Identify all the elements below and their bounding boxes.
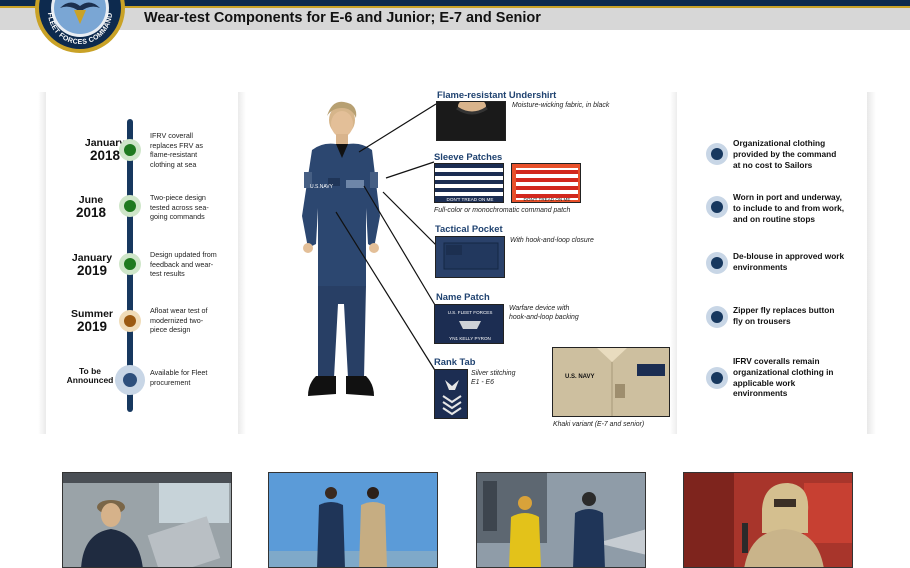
carrier-deck-photo bbox=[476, 472, 646, 568]
fact-bullet-icon bbox=[706, 367, 728, 389]
monochrome-sleeve-patch: DON'T TREAD ON ME bbox=[434, 163, 504, 203]
fact-bullet-icon bbox=[706, 196, 728, 218]
rank-tab-photo bbox=[434, 369, 468, 419]
name-patch-photo: U.S. FLEET FORCES YN1 KELLY PYRON bbox=[434, 304, 504, 344]
fact-item: Worn in port and underway, to include to… bbox=[733, 192, 845, 224]
khaki-name-tape: U.S. NAVY bbox=[565, 374, 595, 380]
khaki-variant-photo: U.S. NAVY bbox=[552, 347, 670, 417]
tactical-pocket-label: Tactical Pocket bbox=[435, 223, 503, 234]
patch-motto: DON'T TREAD ON ME bbox=[524, 197, 571, 202]
fact-item: Organizational clothing provided by the … bbox=[733, 138, 837, 170]
fact-bullet-icon bbox=[706, 143, 728, 165]
patch-motto: DON'T TREAD ON ME bbox=[447, 197, 494, 202]
name-patch-name: YN1 KELLY PYRON bbox=[449, 336, 491, 341]
undershirt-photo bbox=[436, 101, 506, 141]
undershirt-label: Flame-resistant Undershirt bbox=[437, 89, 557, 100]
rank-tab-note: Silver stitching E1 - E6 bbox=[471, 370, 516, 386]
color-sleeve-patch: DON'T TREAD ON ME bbox=[511, 163, 581, 203]
fact-item: Zipper fly replaces button fly on trouse… bbox=[733, 305, 835, 326]
tactical-pocket-note: With hook-and-loop closure bbox=[510, 237, 594, 244]
fire-gear-photo bbox=[683, 472, 853, 568]
tactical-pocket-photo bbox=[435, 236, 505, 278]
name-patch-command: U.S. FLEET FORCES bbox=[448, 310, 493, 315]
flight-deck-pair-photo bbox=[268, 472, 438, 568]
fact-bullet-icon bbox=[706, 306, 728, 328]
sleeve-patches-label: Sleeve Patches bbox=[434, 151, 503, 162]
name-patch-label: Name Patch bbox=[436, 291, 490, 302]
undershirt-note: Moisture-wicking fabric, in black bbox=[512, 102, 610, 109]
sleeve-patches-note: Full-color or monochromatic command patc… bbox=[434, 207, 571, 214]
name-patch-note: Warfare device with hook-and-loop backing bbox=[509, 305, 579, 321]
khaki-variant-note: Khaki variant (E-7 and senior) bbox=[553, 421, 645, 428]
bridge-sailor-photo bbox=[62, 472, 232, 568]
fact-bullet-icon bbox=[706, 252, 728, 274]
fact-item: De-blouse in approved work environments bbox=[733, 251, 845, 272]
infographic-page: Wear-test Components for E-6 and Junior;… bbox=[0, 0, 910, 568]
rank-tab-label: Rank Tab bbox=[434, 356, 476, 367]
fact-item: IFRV coveralls remain organizational clo… bbox=[733, 356, 834, 399]
